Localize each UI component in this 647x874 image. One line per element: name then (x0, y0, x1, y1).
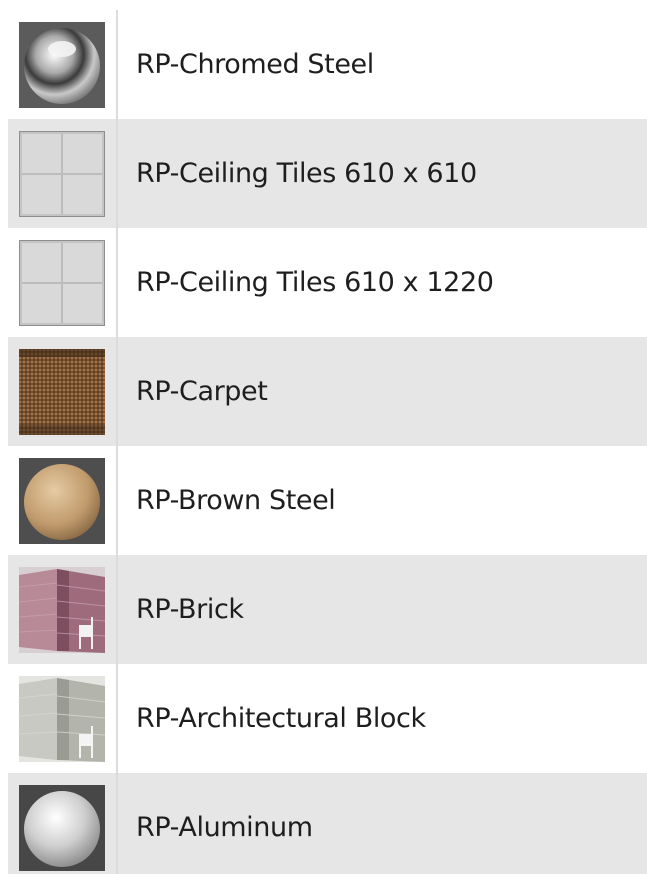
thumbnail-cell (8, 119, 118, 228)
list-item-architectural-block[interactable]: RP-Architectural Block (8, 664, 647, 773)
thumbnail-cell (8, 228, 118, 337)
material-name: RP-Brown Steel (136, 485, 336, 516)
material-name: RP-Brick (136, 594, 244, 625)
thumbnail-cell (8, 446, 118, 555)
chrome-sphere-icon (19, 21, 105, 108)
material-name: RP-Carpet (136, 376, 268, 407)
block-wall-icon (19, 675, 105, 762)
material-list: RP-Chromed Steel RP-Ceiling Tiles 610 x … (0, 0, 647, 874)
material-name: RP-Chromed Steel (136, 49, 374, 80)
thumbnail-cell (8, 337, 118, 446)
brown-sphere-icon (19, 457, 105, 544)
list-item-ceiling-tiles-1220[interactable]: RP-Ceiling Tiles 610 x 1220 (8, 228, 647, 337)
list-item-brick[interactable]: RP-Brick (8, 555, 647, 664)
list-item-carpet[interactable]: RP-Carpet (8, 337, 647, 446)
material-name: RP-Ceiling Tiles 610 x 1220 (136, 267, 494, 298)
material-name: RP-Architectural Block (136, 703, 426, 734)
list-item-chromed-steel[interactable]: RP-Chromed Steel (8, 10, 647, 119)
list-item-ceiling-tiles-610[interactable]: RP-Ceiling Tiles 610 x 610 (8, 119, 647, 228)
ceiling-tile-icon (19, 130, 105, 217)
material-name: RP-Ceiling Tiles 610 x 610 (136, 158, 477, 189)
thumbnail-cell (8, 664, 118, 773)
thumbnail-cell (8, 555, 118, 664)
brick-wall-icon (19, 566, 105, 653)
aluminum-sphere-icon (19, 784, 105, 871)
material-name: RP-Aluminum (136, 812, 313, 843)
thumbnail-cell (8, 10, 118, 119)
list-item-aluminum[interactable]: RP-Aluminum (8, 773, 647, 874)
carpet-cube-icon (19, 348, 105, 435)
list-item-brown-steel[interactable]: RP-Brown Steel (8, 446, 647, 555)
ceiling-tile-icon (19, 239, 105, 326)
thumbnail-cell (8, 773, 118, 874)
